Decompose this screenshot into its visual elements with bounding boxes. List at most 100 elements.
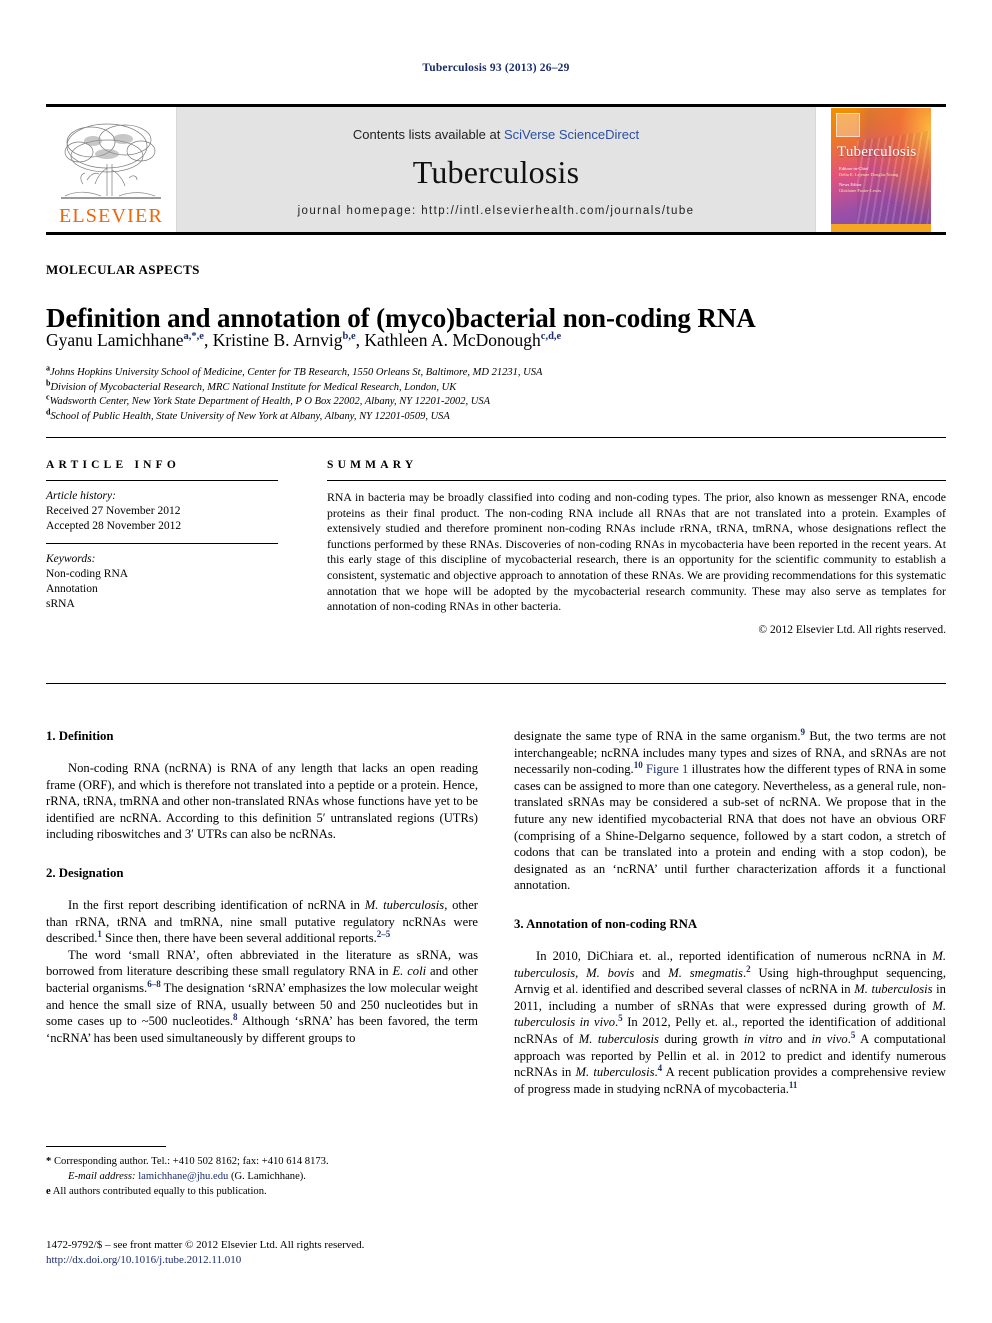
info-block-top-rule bbox=[46, 437, 946, 438]
p-annot-i2: M. bovis bbox=[586, 965, 635, 980]
p-annot-a: In 2010, DiChiara et. al., reported iden… bbox=[536, 948, 933, 963]
footnote-email-suffix: (G. Lamichhane). bbox=[230, 1171, 306, 1183]
citation-ref-10[interactable]: 10 bbox=[634, 760, 643, 770]
cover-editor-block: Editors-in-Chief Delia E. Lejeune Dougla… bbox=[839, 166, 921, 194]
p-right-1-a: designate the same type of RNA in the sa… bbox=[514, 729, 801, 743]
article-section-label: MOLECULAR ASPECTS bbox=[46, 262, 200, 277]
article-info-rule bbox=[46, 480, 278, 481]
heading-definition: 1. Definition bbox=[46, 729, 114, 743]
article-history: Article history: Received 27 November 20… bbox=[46, 489, 294, 534]
imprint-block: 1472-9792/$ – see front matter © 2012 El… bbox=[46, 1238, 506, 1267]
elsevier-logo: ELSEVIER bbox=[46, 107, 177, 232]
body-column-right: designate the same type of RNA in the sa… bbox=[514, 727, 946, 1097]
footnote-divider bbox=[46, 1146, 166, 1147]
paragraph-annotation-1: In 2010, DiChiara et. al., reported iden… bbox=[514, 948, 946, 1097]
author-1-name: Gyanu Lamichhane bbox=[46, 330, 184, 350]
running-head: Tuberculosis 93 (2013) 26–29 bbox=[422, 62, 570, 74]
imprint-front-matter: 1472-9792/$ – see front matter © 2012 El… bbox=[46, 1239, 365, 1251]
p-annot-j: during growth bbox=[658, 1031, 744, 1046]
p-annot-i7: in vitro bbox=[743, 1031, 783, 1046]
paragraph-designation-continued: designate the same type of RNA in the sa… bbox=[514, 727, 946, 894]
affiliation-list: aJohns Hopkins University School of Medi… bbox=[46, 364, 543, 425]
affiliation-d-text: School of Public Health, State Universit… bbox=[50, 410, 450, 422]
cover-artwork: Tuberculosis Editors-in-Chief Delia E. L… bbox=[831, 107, 931, 232]
p-annot-i9: M. tuberculosis bbox=[575, 1065, 655, 1080]
article-info-heading: ARTICLE INFO bbox=[46, 459, 181, 471]
imprint-doi-link[interactable]: http://dx.doi.org/10.1016/j.tube.2012.11… bbox=[46, 1253, 506, 1268]
cover-news-editor: Ghislaine Foster-Lewis bbox=[839, 187, 882, 193]
journal-homepage-link[interactable]: journal homepage: http://intl.elsevierhe… bbox=[298, 205, 695, 217]
author-2-affil-marks[interactable]: b,e bbox=[342, 331, 355, 342]
author-list: Gyanu Lamichhanea,*,e, Kristine B. Arnvi… bbox=[46, 330, 562, 350]
footnote-equal-text: All authors contributed equally to this … bbox=[52, 1186, 267, 1198]
footnote-corresponding-author: * Corresponding author. Tel.: +410 502 8… bbox=[46, 1155, 478, 1169]
summary-rule bbox=[327, 480, 946, 481]
paragraph-definition-1: Non-coding RNA (ncRNA) is RNA of any len… bbox=[46, 761, 478, 842]
info-block-bottom-rule bbox=[46, 683, 946, 684]
journal-band: Contents lists available at SciVerse Sci… bbox=[177, 107, 815, 232]
author-3-name: Kathleen A. McDonough bbox=[364, 330, 541, 350]
figure-1-link[interactable]: Figure 1 bbox=[643, 762, 688, 776]
cover-elsevier-badge-icon bbox=[836, 112, 860, 137]
elsevier-wordmark: ELSEVIER bbox=[58, 205, 164, 227]
article-history-label: Article history: bbox=[46, 490, 116, 502]
footnote-block: * Corresponding author. Tel.: +410 502 8… bbox=[46, 1155, 478, 1201]
footnote-e-mark: e bbox=[46, 1186, 51, 1198]
footnote-email-label: E-mail address: bbox=[68, 1171, 136, 1183]
contents-available-line: Contents lists available at SciVerse Sci… bbox=[353, 127, 639, 142]
heading-annotation: 3. Annotation of non-coding RNA bbox=[514, 916, 698, 931]
sciencedirect-link[interactable]: SciVerse ScienceDirect bbox=[504, 127, 639, 142]
keywords-rule bbox=[46, 543, 278, 544]
cover-journal-title: Tuberculosis bbox=[837, 143, 917, 160]
p-annot-i3: M. smegmatis bbox=[668, 965, 743, 980]
p-desig-2-italic: E. coli bbox=[392, 964, 427, 979]
affiliation-d: dSchool of Public Health, State Universi… bbox=[46, 408, 542, 425]
keyword-2: Annotation bbox=[46, 583, 98, 595]
keyword-3: sRNA bbox=[46, 598, 75, 610]
author-2-name: Kristine B. Arnvig bbox=[212, 330, 343, 350]
paragraph-designation-2: The word ‘small RNA’, often abbreviated … bbox=[46, 947, 478, 1047]
p-right-1-c: illustrates how the different types of R… bbox=[514, 762, 946, 893]
journal-masthead: ELSEVIER Contents lists available at Sci… bbox=[46, 104, 946, 235]
keyword-1: Non-coding RNA bbox=[46, 568, 129, 580]
footnote-corresponding-text: Corresponding author. Tel.: +410 502 816… bbox=[53, 1156, 329, 1167]
citation-ref-2-5[interactable]: 2–5 bbox=[377, 929, 391, 939]
summary-text: RNA in bacteria may be broadly classifie… bbox=[327, 490, 946, 614]
p-annot-k: and bbox=[782, 1031, 812, 1046]
p-annot-b: , bbox=[575, 965, 587, 980]
heading-designation: 2. Designation bbox=[46, 865, 124, 880]
affiliation-b-text: Division of Mycobacterial Research, MRC … bbox=[50, 381, 457, 393]
article-info-block: ARTICLE INFO Article history: Received 2… bbox=[46, 459, 294, 612]
paragraph-designation-1: In the first report describing identific… bbox=[46, 897, 478, 947]
p-desig-1-italic: M. tuberculosis bbox=[364, 897, 445, 912]
keywords-label: Keywords: bbox=[46, 553, 96, 565]
p-annot-i8: in vivo bbox=[811, 1031, 848, 1046]
article-received: Received 27 November 2012 bbox=[46, 505, 181, 517]
p-annot-i6: M. tuberculosis bbox=[578, 1031, 659, 1046]
affiliation-a: aJohns Hopkins University School of Medi… bbox=[46, 364, 543, 381]
body-column-left: 1. Definition Non-coding RNA (ncRNA) is … bbox=[46, 728, 478, 1046]
cover-bottom-bar bbox=[831, 223, 931, 232]
summary-block: SUMMARY RNA in bacteria may be broadly c… bbox=[327, 459, 946, 636]
footnote-equal-contribution: e All authors contributed equally to thi… bbox=[46, 1185, 478, 1199]
journal-cover-thumbnail[interactable]: Tuberculosis Editors-in-Chief Delia E. L… bbox=[815, 107, 946, 232]
affiliation-b: bDivision of Mycobacterial Research, MRC… bbox=[46, 379, 542, 396]
contents-prefix: Contents lists available at bbox=[352, 126, 504, 142]
keywords-block: Keywords: Non-coding RNA Annotation sRNA bbox=[46, 552, 294, 612]
affiliation-c: cWadsworth Center, New York State Depart… bbox=[46, 393, 542, 410]
citation-ref-11[interactable]: 11 bbox=[789, 1080, 798, 1090]
author-3-affil-marks[interactable]: c,d,e bbox=[541, 331, 561, 342]
p-desig-1-a: In the first report describing identific… bbox=[68, 897, 365, 912]
author-1-affil-marks[interactable]: a,*,e bbox=[184, 331, 204, 342]
footnote-email-line: E-mail address: lamichhane@jhu.edu (G. L… bbox=[46, 1170, 478, 1184]
elsevier-tree-icon bbox=[61, 123, 161, 199]
summary-heading: SUMMARY bbox=[327, 459, 418, 471]
affiliation-c-text: Wadsworth Center, New York State Departm… bbox=[49, 396, 490, 407]
summary-copyright: © 2012 Elsevier Ltd. All rights reserved… bbox=[758, 623, 946, 636]
journal-title: Tuberculosis bbox=[412, 153, 580, 190]
affiliation-a-text: Johns Hopkins University School of Medic… bbox=[50, 367, 543, 378]
citation-ref-6-8[interactable]: 6–8 bbox=[147, 979, 161, 989]
p-annot-c: and bbox=[634, 965, 669, 980]
p-annot-i4: M. tuberculosis bbox=[854, 982, 933, 997]
footnote-email-address[interactable]: lamichhane@jhu.edu bbox=[138, 1171, 228, 1182]
